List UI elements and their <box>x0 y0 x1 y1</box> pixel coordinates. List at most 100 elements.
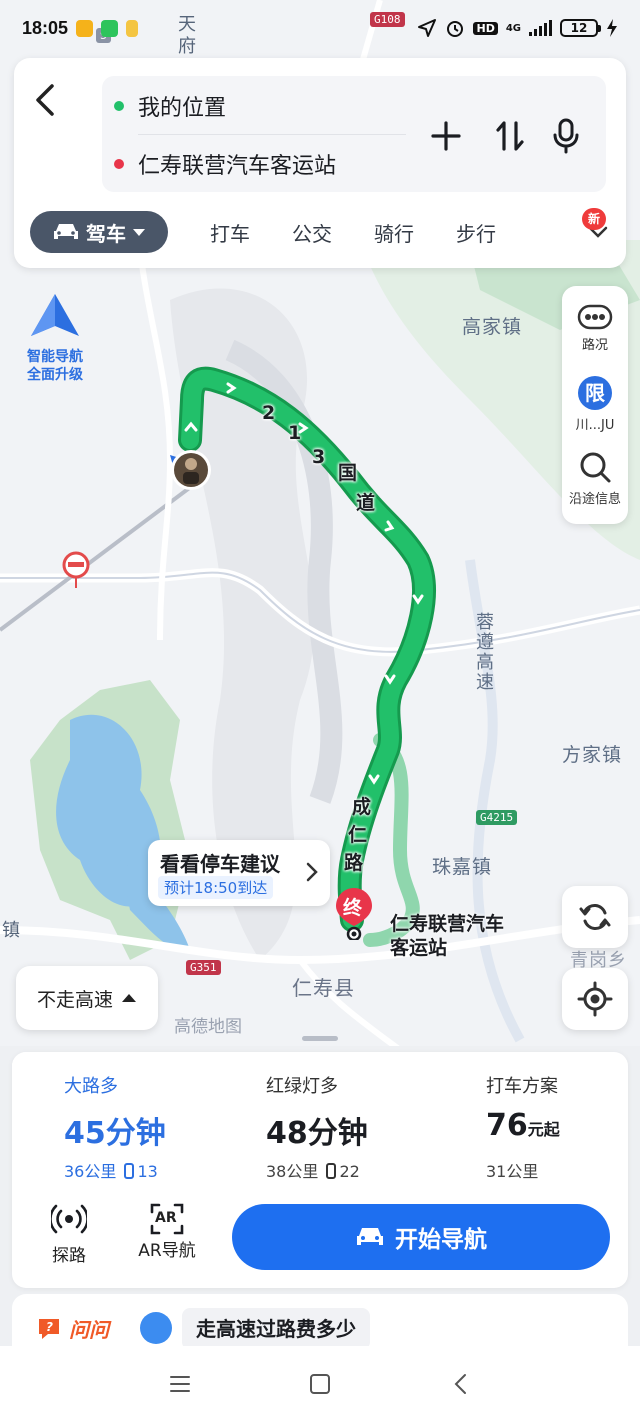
voice-input-button[interactable] <box>548 118 584 154</box>
map-label-gaojia: 高家镇 <box>462 316 523 338</box>
map-watermark: 高德地图 <box>174 1017 242 1037</box>
my-location-marker[interactable] <box>170 450 211 490</box>
tab-bus[interactable]: 公交 <box>292 218 332 247</box>
ar-navigation-label: AR导航 <box>138 1241 196 1261</box>
route-road-char: 3 <box>312 446 326 468</box>
back-button[interactable] <box>32 82 68 122</box>
ar-icon-text: AR <box>155 1210 177 1226</box>
traffic-button[interactable]: 路况 <box>562 304 628 353</box>
ar-navigation-button[interactable]: AR AR导航 <box>122 1202 212 1261</box>
route-duration: 45分钟 <box>64 1108 166 1152</box>
locate-icon <box>577 981 613 1017</box>
swap-addresses-button[interactable] <box>492 118 528 154</box>
chevron-right-icon <box>306 862 318 888</box>
tab-drive-label: 驾车 <box>86 221 126 246</box>
tab-cycling[interactable]: 骑行 <box>374 218 414 247</box>
signal-strength-icon <box>529 20 552 36</box>
refresh-route-button[interactable] <box>562 886 628 948</box>
charging-bolt-icon <box>607 19 617 37</box>
network-type: 4G <box>505 22 521 34</box>
route-option-taxi[interactable]: 打车方案 76元起 31公里 <box>434 1052 624 1192</box>
smart-navigation-promo[interactable]: 智能导航 全面升级 <box>18 292 92 384</box>
destination-name-label: 仁寿联营汽车 客运站 <box>390 912 504 960</box>
menu-icon <box>170 1376 190 1392</box>
radar-signal-icon <box>49 1204 89 1234</box>
home-square-icon <box>310 1374 330 1394</box>
route-distance: 38公里 <box>266 1162 319 1181</box>
destination-text: 仁寿联营汽车客运站 <box>138 154 337 179</box>
add-waypoint-button[interactable] <box>428 118 464 154</box>
map-label-fangjia: 方家镇 <box>562 744 623 766</box>
map-label-zhen-left: 镇 <box>2 920 21 941</box>
route-road-char: 道 <box>356 492 376 514</box>
route-option-many-lights[interactable]: 红绿灯多 48分钟 38公里 22 <box>214 1052 424 1192</box>
tab-drive[interactable]: 驾车 <box>30 211 168 253</box>
hd-icon: HD <box>473 21 498 35</box>
route-tag: 大路多 <box>64 1076 118 1097</box>
back-arrow-icon <box>36 84 54 116</box>
route-duration-unit: 分钟 <box>105 1116 166 1151</box>
route-road-char: 2 <box>262 402 276 424</box>
ask-suggestion-chip[interactable]: 走高速过路费多少 <box>182 1308 370 1350</box>
more-modes-button[interactable]: 新 <box>582 208 610 244</box>
refresh-icon <box>579 904 611 930</box>
traffic-light-icon <box>326 1163 337 1179</box>
menu-button[interactable] <box>160 1364 200 1404</box>
destination-marker-text: 终 <box>343 897 363 919</box>
explore-route-label: 探路 <box>52 1246 86 1266</box>
tab-taxi[interactable]: 打车 <box>210 218 250 247</box>
route-duration: 48分钟 <box>266 1108 368 1152</box>
battery-icon: 12 <box>560 19 601 37</box>
ask-assistant-card: ? 问问 走高速过路费多少 <box>12 1294 628 1354</box>
car-icon <box>357 1228 383 1245</box>
map-side-panel: 路况 限 川...JU 沿途信息 <box>562 286 628 524</box>
restriction-button[interactable]: 限 川...JU <box>562 376 628 433</box>
swap-icon <box>496 121 524 151</box>
route-lights: 13 <box>137 1162 158 1181</box>
route-bottom-sheet: 大路多 45分钟 36公里 13 红绿灯多 48分钟 38公里 22 打车方案 … <box>0 1046 640 1354</box>
status-time: 18:05 <box>22 17 69 38</box>
route-meta: 36公里 13 <box>64 1158 158 1182</box>
road-badge-g4215: G4215 <box>476 810 518 825</box>
home-button[interactable] <box>300 1364 340 1404</box>
route-options-card: 大路多 45分钟 36公里 13 红绿灯多 48分钟 38公里 22 打车方案 … <box>12 1052 628 1288</box>
car-icon <box>54 224 78 239</box>
location-arrow-icon <box>418 19 437 37</box>
along-route-info-button[interactable]: 沿途信息 <box>562 450 628 507</box>
route-road-char: 仁 <box>348 824 368 846</box>
route-duration-number: 48 <box>266 1116 308 1151</box>
route-road-char: 国 <box>338 462 358 484</box>
notification-app-icon <box>126 19 139 37</box>
route-duration-number: 45 <box>64 1116 106 1151</box>
restriction-icon: 限 <box>578 376 612 410</box>
avoid-highway-toggle[interactable]: 不走高速 <box>16 966 158 1030</box>
sheet-drag-handle[interactable] <box>302 1036 338 1041</box>
tab-walking[interactable]: 步行 <box>456 218 496 247</box>
back-chevron-icon <box>454 1374 466 1394</box>
search-icon <box>580 452 611 483</box>
route-duration-unit: 分钟 <box>307 1116 368 1151</box>
system-back-button[interactable] <box>440 1364 480 1404</box>
alarm-clock-icon <box>447 21 464 37</box>
destination-marker[interactable]: 终 <box>334 886 374 942</box>
destination-field[interactable]: 仁寿联营汽车客运站 <box>114 148 336 180</box>
taxi-price-unit: 元起 <box>527 1120 560 1139</box>
microphone-icon <box>553 118 579 154</box>
locate-me-button[interactable] <box>562 968 628 1030</box>
destination-name-line1: 仁寿联营汽车 <box>390 913 505 935</box>
address-divider <box>138 134 406 135</box>
route-option-wide-roads[interactable]: 大路多 45分钟 36公里 13 <box>12 1052 218 1192</box>
origin-field[interactable]: 我的位置 <box>114 90 226 122</box>
parking-eta: 预计18:50到达 <box>158 876 274 899</box>
caret-down-icon <box>133 229 145 236</box>
origin-dot-icon <box>114 101 124 111</box>
explore-route-button[interactable]: 探路 <box>24 1202 114 1266</box>
chat-bubble-icon: ? <box>39 1319 59 1339</box>
route-road-char: 成 <box>352 796 372 818</box>
navigation-arrow-icon <box>31 294 79 336</box>
map-label-renshou: 仁寿县 <box>292 976 355 1000</box>
traffic-light-icon <box>124 1163 135 1179</box>
start-navigation-button[interactable]: 开始导航 <box>232 1204 610 1270</box>
route-distance: 31公里 <box>486 1162 539 1181</box>
parking-suggestion-bubble[interactable]: 看看停车建议 预计18:50到达 <box>148 840 330 906</box>
